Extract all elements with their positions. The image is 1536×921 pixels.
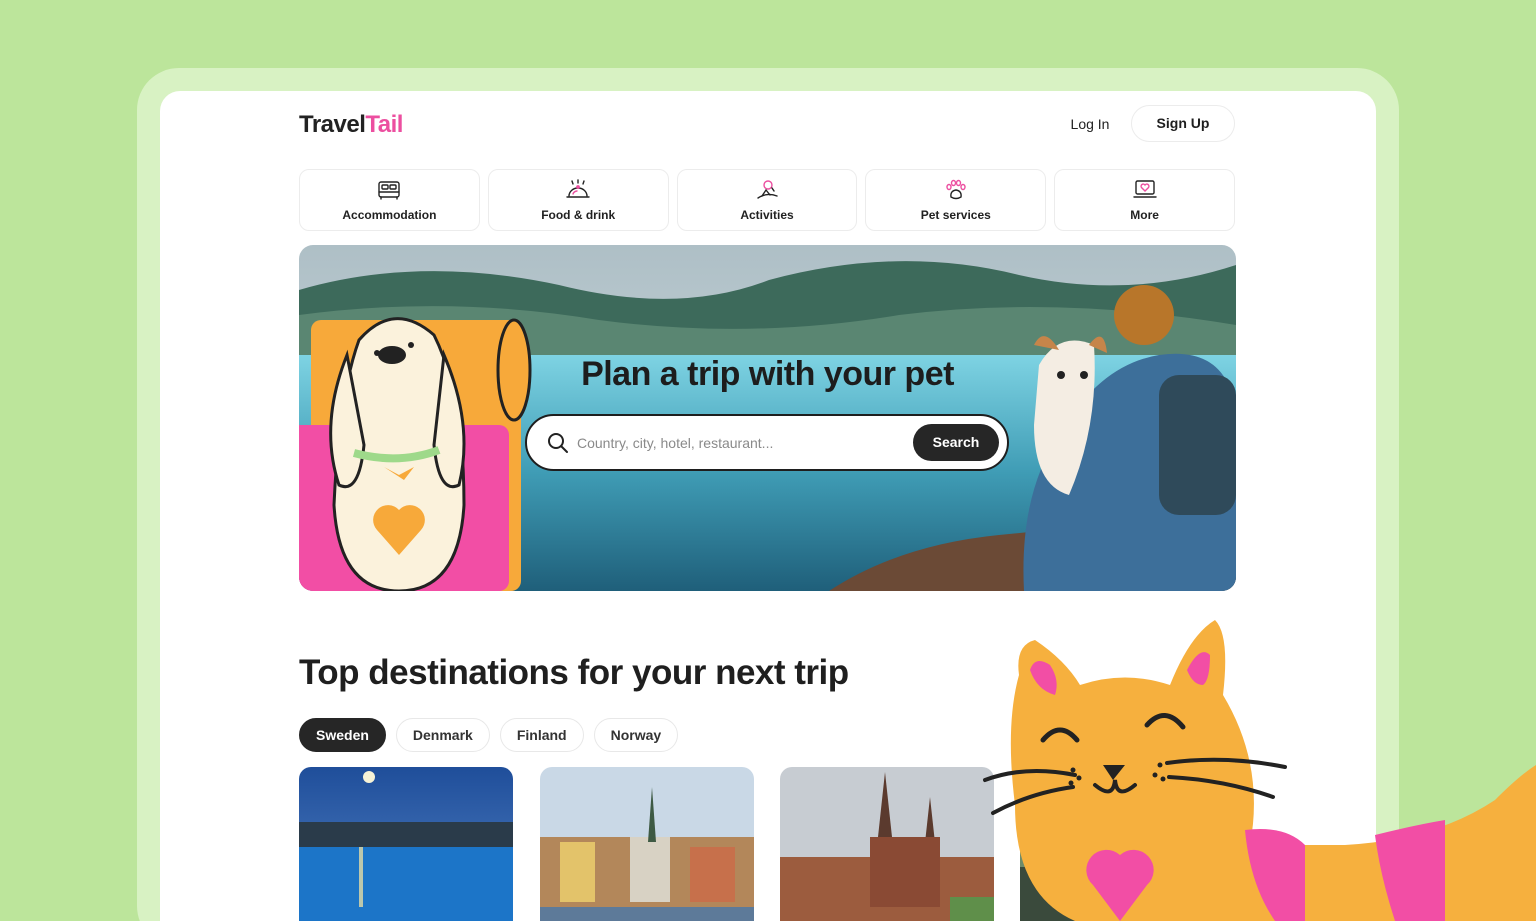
category-label: Pet services [920,208,991,222]
category-accommodation[interactable]: Accommodation [299,169,480,231]
category-food-drink[interactable]: Food & drink [487,169,669,231]
category-label: Food & drink [541,208,616,222]
destination-card[interactable] [780,767,994,921]
country-tabs: Sweden Denmark Finland Norway [299,718,679,752]
category-label: Accommodation [342,208,437,222]
tab-finland[interactable]: Finland [499,718,584,752]
hero-banner: Plan a trip with your pet Search [299,245,1236,591]
tab-denmark[interactable]: Denmark [395,718,490,752]
category-label: Activities [740,208,794,222]
signup-button[interactable]: Sign Up [1131,105,1235,142]
category-activities[interactable]: Activities [676,169,858,231]
category-pet-services[interactable]: Pet services [865,169,1047,231]
activities-icon [757,180,778,199]
logo[interactable]: TravelTail [299,111,403,139]
hero-title: Plan a trip with your pet [581,355,954,393]
search-bar: Search [525,414,1009,471]
destination-photo [540,767,754,921]
logo-part1: Travel [299,111,366,138]
destination-photo [299,767,513,921]
search-button[interactable]: Search [913,424,999,461]
category-bar: Accommodation Food & drink Activities Pe… [299,169,1235,231]
destination-photo [780,767,994,921]
search-icon [548,433,568,453]
tab-norway[interactable]: Norway [593,718,679,752]
login-link[interactable]: Log In [1056,106,1124,142]
laptop-heart-icon [1132,180,1157,198]
category-more[interactable]: More [1054,169,1235,231]
search-input[interactable] [577,430,897,456]
cat-mascot-illustration [983,620,1536,921]
destination-card[interactable] [540,767,754,921]
logo-part2: Tail [365,111,403,138]
destinations-title: Top destinations for your next trip [299,653,849,692]
destination-card[interactable] [299,767,513,921]
bed-icon [378,181,401,200]
food-cloche-icon [566,179,590,198]
category-label: More [1130,208,1159,222]
tab-sweden[interactable]: Sweden [299,718,386,752]
paw-icon [946,179,966,200]
